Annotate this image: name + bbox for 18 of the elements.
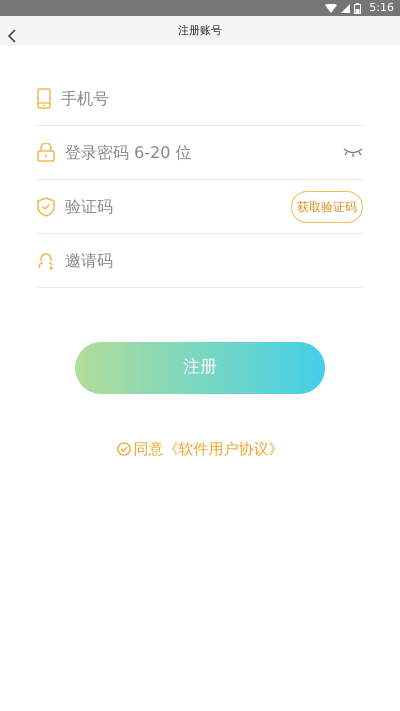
screen-title: 注册账号 xyxy=(178,22,222,39)
phone-icon xyxy=(37,88,51,109)
signal-icon xyxy=(341,4,350,12)
register-button[interactable]: 注册 xyxy=(75,342,325,394)
battery-icon xyxy=(354,2,362,14)
back-icon[interactable] xyxy=(8,28,17,43)
eye-closed-icon[interactable] xyxy=(343,147,363,158)
clock-time: 5:16 xyxy=(369,0,394,16)
invite-field[interactable]: 邀请码 xyxy=(65,248,363,272)
agreement-link[interactable]: 同意《软件用户协议》 xyxy=(134,438,284,460)
shield-check-icon xyxy=(37,196,55,216)
code-field[interactable]: 验证码 xyxy=(65,194,281,218)
lock-icon xyxy=(37,143,55,162)
checkbox-checked-icon[interactable] xyxy=(116,442,130,456)
password-field[interactable]: 登录密码 6-20 位 xyxy=(65,140,333,164)
get-code-button[interactable]: 获取验证码 xyxy=(291,190,363,222)
wifi-icon xyxy=(325,4,338,12)
phone-field[interactable]: 手机号 xyxy=(61,86,363,110)
